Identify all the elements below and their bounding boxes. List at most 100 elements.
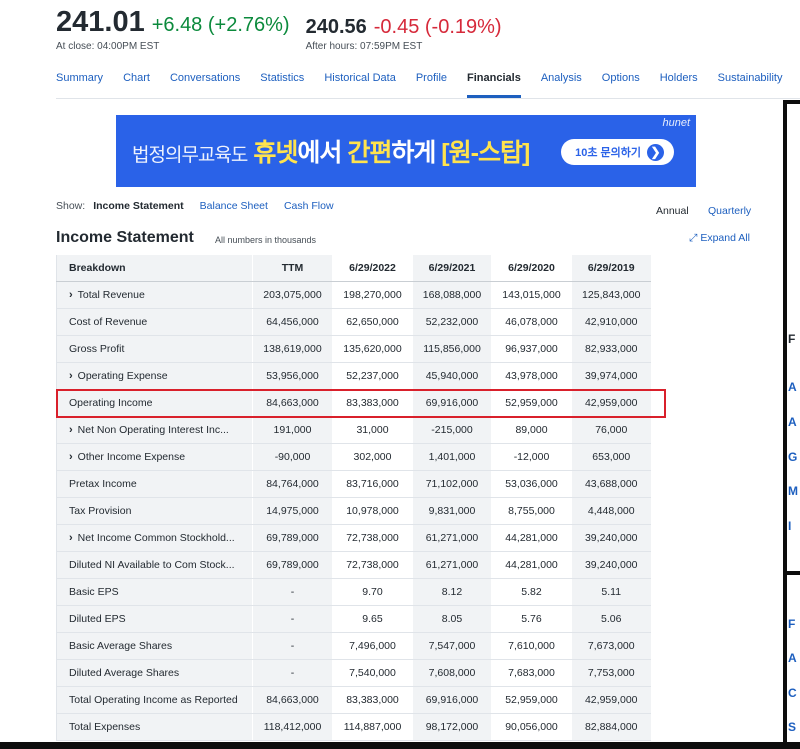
ad-cta-button[interactable]: 10초 문의하기 ❯ xyxy=(561,139,674,165)
side-panel-link[interactable]: G xyxy=(788,450,797,464)
column-header-ttm: TTM xyxy=(252,255,333,282)
row-label-cell: Cost of Revenue xyxy=(56,308,253,336)
row-label: Total Expenses xyxy=(69,721,141,733)
after-hours-change: -0.45 (-0.19%) xyxy=(373,16,502,38)
tab-conversations[interactable]: Conversations xyxy=(170,64,240,98)
show-income-statement[interactable]: Income Statement xyxy=(93,200,183,212)
tab-analysis[interactable]: Analysis xyxy=(541,64,582,98)
period-annual[interactable]: Annual xyxy=(656,205,689,217)
row-value-cell: 84,663,000 xyxy=(252,389,333,417)
row-value-cell: 44,281,000 xyxy=(491,551,572,579)
row-value-cell: 53,036,000 xyxy=(491,470,572,498)
chevron-right-icon[interactable]: › xyxy=(69,370,73,382)
tab-sustainability[interactable]: Sustainability xyxy=(718,64,783,98)
row-value-cell: 45,940,000 xyxy=(412,362,492,390)
show-balance-sheet[interactable]: Balance Sheet xyxy=(200,200,268,212)
side-panel-link[interactable]: M xyxy=(788,484,798,498)
row-value-cell: 83,383,000 xyxy=(332,389,413,417)
close-price-block: 241.01 +6.48 (+2.76%) At close: 04:00PM … xyxy=(56,6,290,52)
row-value-cell: 5.11 xyxy=(571,578,651,606)
tab-summary[interactable]: Summary xyxy=(56,64,103,98)
row-value-cell: 46,078,000 xyxy=(491,308,572,336)
row-value-cell: 42,959,000 xyxy=(571,686,651,714)
row-value-cell: 1,401,000 xyxy=(412,443,492,471)
statement-selector: Show: Income Statement Balance Sheet Cas… xyxy=(56,200,350,212)
expand-all-button[interactable]: ⤢ Expand All xyxy=(689,232,750,245)
row-label-cell: Gross Profit xyxy=(56,335,253,363)
row-label-cell[interactable]: › Other Income Expense xyxy=(56,443,253,471)
chevron-right-icon[interactable]: › xyxy=(69,532,73,544)
table-row: Tax Provision 14,975,000 10,978,000 9,831,0… xyxy=(56,497,651,525)
side-panel-link[interactable]: A xyxy=(788,651,797,665)
row-label-cell[interactable]: › Net Non Operating Interest Inc... xyxy=(56,416,253,444)
row-value-cell: 138,619,000 xyxy=(252,335,333,363)
row-label: Other Income Expense xyxy=(77,451,186,463)
row-value-cell: - xyxy=(252,605,333,633)
period-quarterly[interactable]: Quarterly xyxy=(708,205,751,217)
row-value-cell: 4,448,000 xyxy=(571,497,651,525)
row-value-cell: -12,000 xyxy=(491,443,572,471)
ad-banner[interactable]: 법정의무교육도 휴넷에서 간편하게 [원-스탑] 10초 문의하기 ❯ hune… xyxy=(116,115,696,187)
row-label-cell[interactable]: › Operating Expense xyxy=(56,362,253,390)
row-value-cell: 69,789,000 xyxy=(252,551,333,579)
chevron-right-icon[interactable]: › xyxy=(69,451,73,463)
tab-chart[interactable]: Chart xyxy=(123,64,150,98)
table-row[interactable]: › Net Non Operating Interest Inc... 191,00… xyxy=(56,416,651,444)
side-panel-link[interactable]: C xyxy=(788,686,797,700)
row-value-cell: 90,056,000 xyxy=(491,713,572,741)
row-label: Gross Profit xyxy=(69,343,125,355)
table-row[interactable]: › Total Revenue 203,075,000 198,270,000 168,… xyxy=(56,281,651,309)
row-value-cell: 5.82 xyxy=(491,578,572,606)
row-label-cell[interactable]: › Total Revenue xyxy=(56,281,253,309)
row-value-cell: 69,916,000 xyxy=(412,686,492,714)
row-value-cell: 39,974,000 xyxy=(571,362,651,390)
column-header-year-2019: 6/29/2019 xyxy=(571,255,651,282)
column-header-year-2020: 6/29/2020 xyxy=(491,255,572,282)
side-panel-link[interactable]: A xyxy=(788,415,797,429)
side-panel-link[interactable]: S xyxy=(788,720,796,734)
close-price-row: 241.01 +6.48 (+2.76%) xyxy=(56,6,290,39)
tab-holders[interactable]: Holders xyxy=(660,64,698,98)
side-panel-link[interactable]: F xyxy=(788,617,795,631)
row-value-cell: 9.65 xyxy=(332,605,413,633)
row-label-cell: Total Expenses xyxy=(56,713,253,741)
row-value-cell: 52,237,000 xyxy=(332,362,413,390)
row-value-cell: 8.05 xyxy=(412,605,492,633)
table-row: Total Operating Income as Reported 84,663… xyxy=(56,686,651,714)
row-label-cell: Diluted NI Available to Com Stock... xyxy=(56,551,253,579)
tab-financials[interactable]: Financials xyxy=(467,64,521,98)
row-value-cell: 82,884,000 xyxy=(571,713,651,741)
side-panel-link[interactable]: A xyxy=(788,380,797,394)
row-value-cell: 98,172,000 xyxy=(412,713,492,741)
tab-historical-data[interactable]: Historical Data xyxy=(324,64,396,98)
row-value-cell: 42,910,000 xyxy=(571,308,651,336)
table-row: Gross Profit 138,619,000 135,620,000 115,85… xyxy=(56,335,651,363)
show-cash-flow[interactable]: Cash Flow xyxy=(284,200,334,212)
row-value-cell: -215,000 xyxy=(412,416,492,444)
tab-statistics[interactable]: Statistics xyxy=(260,64,304,98)
side-panel-link[interactable]: I xyxy=(788,519,791,533)
row-value-cell: 84,663,000 xyxy=(252,686,333,714)
table-row[interactable]: › Other Income Expense -90,000 302,000 1,401… xyxy=(56,443,651,471)
row-label: Total Revenue xyxy=(77,289,145,301)
chevron-right-icon[interactable]: › xyxy=(69,289,73,301)
table-row: Basic Average Shares -7,496,000 7,547,000 7… xyxy=(56,632,651,660)
tab-profile[interactable]: Profile xyxy=(416,64,447,98)
table-body: › Total Revenue 203,075,000 198,270,000 168,… xyxy=(56,281,651,741)
table-row[interactable]: › Operating Expense 53,956,000 52,237,000 45… xyxy=(56,362,651,390)
tab-options[interactable]: Options xyxy=(602,64,640,98)
column-header-year-2021: 6/29/2021 xyxy=(412,255,492,282)
row-value-cell: 52,959,000 xyxy=(491,389,572,417)
chevron-right-icon[interactable]: › xyxy=(69,424,73,436)
table-row[interactable]: › Net Income Common Stockhold... 69,789,00… xyxy=(56,524,651,552)
row-value-cell: 43,688,000 xyxy=(571,470,651,498)
row-value-cell: 44,281,000 xyxy=(491,524,572,552)
table-row: Pretax Income 84,764,000 83,716,000 71,102,… xyxy=(56,470,651,498)
ad-headline: 법정의무교육도 휴넷에서 간편하게 [원-스탑] xyxy=(132,133,530,169)
after-hours-price: 240.56 xyxy=(305,16,367,38)
row-value-cell: 9,831,000 xyxy=(412,497,492,525)
row-value-cell: 83,383,000 xyxy=(332,686,413,714)
row-label-cell[interactable]: › Net Income Common Stockhold... xyxy=(56,524,253,552)
quote-nav-tabs: Summary Chart Conversations Statistics H… xyxy=(56,64,800,99)
after-hours-time-label: After hours: 07:59PM EST xyxy=(305,41,423,52)
